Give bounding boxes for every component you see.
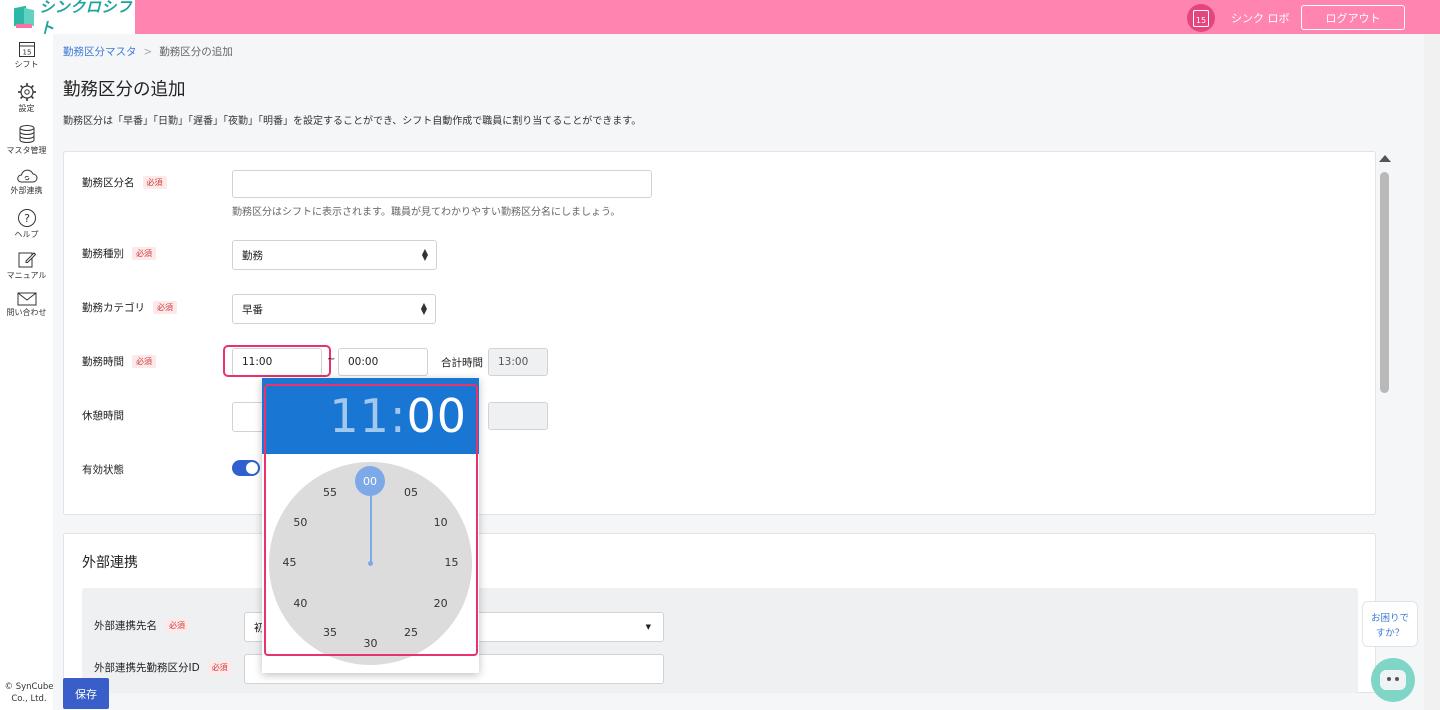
- select-arrow-icon: ▲ ▼: [420, 301, 427, 316]
- page-scrollbar[interactable]: [1424, 34, 1440, 710]
- sidebar-item-manual[interactable]: マニュアル: [0, 249, 53, 281]
- time-range-separator: ~: [327, 354, 336, 365]
- mail-icon: [17, 292, 36, 306]
- time-label: 勤務時間 必須: [82, 354, 156, 369]
- required-badge: 必須: [142, 176, 167, 189]
- required-badge: 必須: [207, 661, 232, 674]
- external-section-title: 外部連携: [82, 555, 138, 571]
- active-toggle[interactable]: [232, 460, 260, 476]
- page-description: 勤務区分は「早番」「日勤」「遅番」「夜勤」「明番」を設定することができ、シフト自…: [63, 116, 642, 127]
- external-id-label: 外部連携先勤務区分ID 必須: [94, 660, 232, 675]
- sidebar-item-help[interactable]: ? ヘルプ: [0, 208, 53, 240]
- breadcrumb-separator: >: [143, 46, 153, 58]
- type-select[interactable]: 勤務 ▲ ▼: [232, 240, 437, 270]
- external-dest-label: 外部連携先名 必須: [94, 618, 189, 633]
- calendar-icon: 15: [18, 42, 35, 57]
- chevron-down-icon: ▼: [645, 623, 651, 631]
- total-time-value: 13:00: [488, 348, 548, 376]
- total-time-label: 合計時間: [441, 357, 483, 369]
- sidebar-item-master[interactable]: マスタ管理: [0, 124, 53, 156]
- cloud-sync-icon: [16, 169, 37, 183]
- select-arrow-icon: ▲ ▼: [421, 247, 428, 262]
- logo-icon: [12, 4, 34, 30]
- breadcrumb: 勤務区分マスタ > 勤務区分の追加: [63, 44, 233, 59]
- name-hint: 勤務区分はシフトに表示されます。職員が見てわかりやすい勤務区分名にしましょう。: [232, 207, 621, 218]
- user-name[interactable]: シンク ロボ: [1231, 10, 1290, 26]
- required-badge: 必須: [153, 301, 177, 314]
- name-label: 勤務区分名 必須: [82, 175, 167, 190]
- start-time-highlight: [223, 345, 331, 377]
- category-select[interactable]: 早番 ▲ ▼: [232, 294, 436, 324]
- break-total-value: [488, 402, 548, 430]
- edit-icon: [18, 252, 36, 268]
- picker-highlight: [264, 384, 478, 656]
- breadcrumb-current: 勤務区分の追加: [159, 46, 233, 58]
- sidebar-item-settings[interactable]: 設定: [0, 82, 53, 114]
- top-header: シンクロシフト 15 シンク ロボ ログアウト: [0, 0, 1440, 37]
- sidebar-item-shift[interactable]: 15 シフト: [0, 40, 53, 70]
- breadcrumb-link-master[interactable]: 勤務区分マスタ: [63, 46, 137, 58]
- copyright: © SynCube Co., Ltd.: [4, 682, 54, 704]
- svg-text:?: ?: [24, 212, 30, 225]
- name-input[interactable]: [232, 170, 652, 198]
- logo-text: シンクロシフト: [39, 0, 133, 37]
- sidebar-item-integration[interactable]: 外部連携: [0, 168, 53, 196]
- active-label: 有効状態: [82, 464, 124, 476]
- scroll-up-arrow-icon[interactable]: [1379, 155, 1391, 162]
- break-label: 休憩時間: [82, 410, 124, 422]
- user-calendar-icon[interactable]: 15: [1187, 4, 1215, 32]
- svg-text:15: 15: [22, 49, 31, 57]
- page-title: 勤務区分の追加: [63, 80, 186, 100]
- help-robot-icon[interactable]: [1371, 658, 1415, 702]
- sidebar-item-contact[interactable]: 問い合わせ: [0, 292, 53, 318]
- save-button[interactable]: 保存: [63, 678, 109, 709]
- gear-icon: [17, 83, 36, 101]
- type-label: 勤務種別 必須: [82, 246, 156, 261]
- help-icon: ?: [17, 209, 36, 227]
- required-badge: 必須: [132, 247, 156, 260]
- inner-scroll-thumb[interactable]: [1380, 172, 1389, 393]
- help-bubble[interactable]: お困りで すか？: [1362, 601, 1418, 647]
- required-badge: 必須: [165, 619, 189, 632]
- toggle-knob: [246, 462, 258, 474]
- end-time-input[interactable]: 00:00: [338, 348, 428, 376]
- database-icon: [19, 125, 34, 144]
- required-badge: 必須: [132, 355, 156, 368]
- logout-button[interactable]: ログアウト: [1301, 5, 1405, 30]
- category-label: 勤務カテゴリ 必須: [82, 300, 177, 315]
- app-logo[interactable]: シンクロシフト: [0, 0, 135, 37]
- sidebar: 15 シフト 設定 マスタ管理 外部連携 ? ヘルプ マニュアル 問い合わせ: [0, 34, 53, 710]
